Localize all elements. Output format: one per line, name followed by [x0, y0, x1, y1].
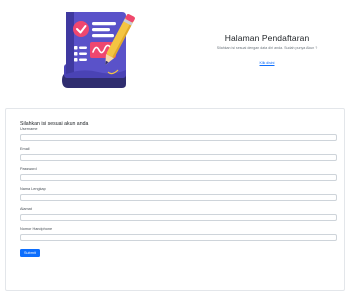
username-field-group: Username — [20, 127, 341, 141]
phone-input[interactable] — [20, 233, 337, 241]
email-field-group: Email — [20, 147, 341, 161]
address-input[interactable] — [20, 213, 337, 221]
username-input[interactable] — [20, 133, 337, 141]
fullname-field-group: Nama Lengkap — [20, 187, 341, 201]
address-field-group: Alamat — [20, 207, 341, 221]
fullname-label: Nama Lengkap — [20, 187, 46, 191]
registration-hero: Halaman Pendaftaran Silahkan isi sesuai … — [0, 0, 347, 96]
registration-form: Silahkan isi sesuai akun anda Username E… — [20, 121, 341, 259]
password-label: Password — [20, 167, 37, 171]
registration-form-card: Silahkan isi sesuai akun anda Username E… — [5, 108, 345, 291]
address-label: Alamat — [20, 207, 32, 211]
submit-button[interactable]: Submit — [20, 248, 40, 258]
email-input[interactable] — [20, 153, 337, 161]
page-title: Halaman Pendaftaran — [224, 33, 310, 43]
hero-text: Halaman Pendaftaran Silahkan isi sesuai … — [196, 33, 338, 69]
phone-field-group: Nomor Handphone — [20, 227, 341, 241]
username-label: Username — [20, 127, 38, 131]
email-label: Email — [20, 147, 30, 151]
login-link[interactable]: Klik disini — [260, 61, 275, 66]
fullname-input[interactable] — [20, 193, 337, 201]
page-subtitle: Silahkan isi sesuai dengan data diri and… — [216, 46, 318, 50]
document-checklist-pencil-icon — [62, 12, 135, 88]
password-field-group: Password — [20, 167, 341, 181]
password-input[interactable] — [20, 173, 337, 181]
phone-label: Nomor Handphone — [20, 227, 53, 231]
